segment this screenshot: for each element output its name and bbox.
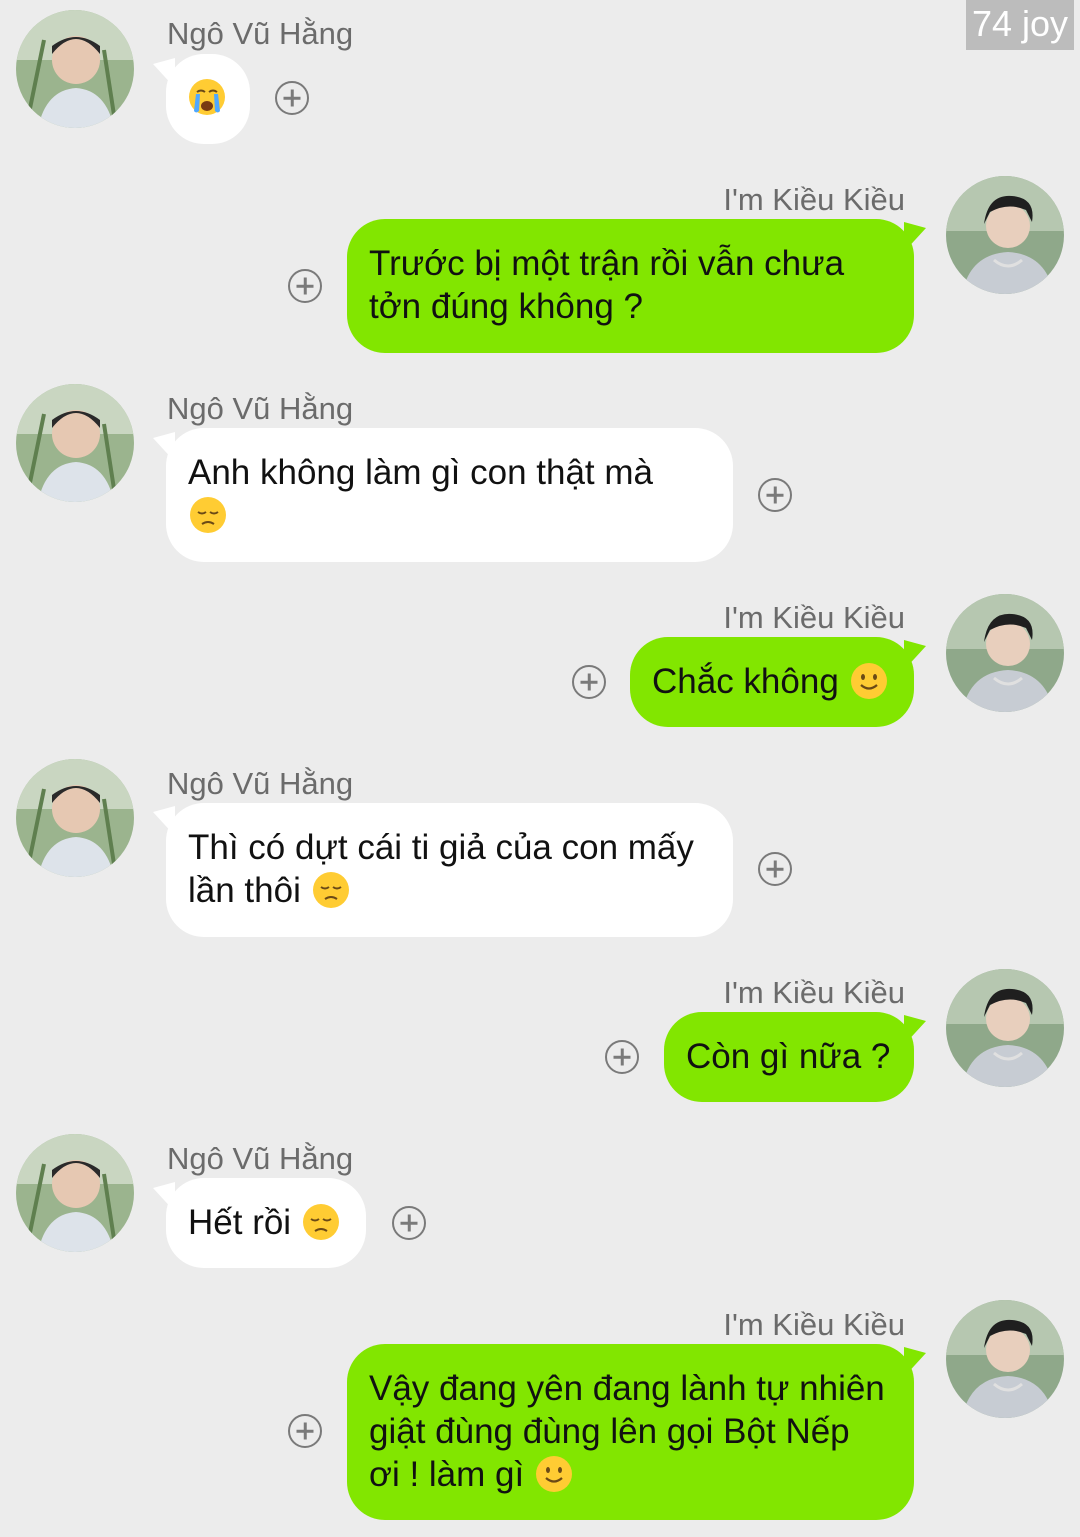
- sender-name: Ngô Vũ Hằng: [167, 1141, 354, 1176]
- crying-face-icon: [187, 77, 227, 117]
- message-text: Anh không làm gì con thật mà: [188, 453, 653, 492]
- message-bubble-incoming[interactable]: Thì có dựt cái ti giả của con mấy lần th…: [166, 803, 733, 937]
- sender-name: I'm Kiều Kiều: [723, 975, 905, 1010]
- avatar-photo-self: [946, 594, 1064, 712]
- avatar-photo-other: [16, 1134, 134, 1252]
- add-reaction-button[interactable]: [275, 81, 309, 115]
- message-bubble-outgoing[interactable]: Vậy đang yên đang lành tự nhiên giật đùn…: [347, 1344, 914, 1520]
- sender-name: I'm Kiều Kiều: [723, 1307, 905, 1342]
- avatar-other[interactable]: [16, 10, 134, 128]
- watermark: 74 joy: [966, 0, 1074, 50]
- sender-name: Ngô Vũ Hằng: [167, 391, 354, 426]
- avatar-self[interactable]: [946, 1300, 1064, 1418]
- message-bubble-incoming[interactable]: Anh không làm gì con thật mà: [166, 428, 733, 562]
- avatar-photo-other: [16, 10, 134, 128]
- avatar-self[interactable]: [946, 176, 1064, 294]
- add-reaction-button[interactable]: [288, 269, 322, 303]
- message-text: Hết rồi: [188, 1203, 292, 1242]
- sender-name: I'm Kiều Kiều: [723, 600, 905, 635]
- add-reaction-button[interactable]: [288, 1414, 322, 1448]
- avatar-photo-other: [16, 384, 134, 502]
- sender-name: I'm Kiều Kiều: [723, 182, 905, 217]
- pensive-face-icon: [311, 870, 351, 910]
- message-bubble-outgoing[interactable]: Trước bị một trận rồi vẫn chưa tởn đúng …: [347, 219, 914, 353]
- slightly-smiling-face-icon: [849, 661, 889, 701]
- message-bubble-incoming[interactable]: Hết rồi: [166, 1178, 366, 1268]
- message-bubble-outgoing[interactable]: Chắc không: [630, 637, 914, 727]
- add-reaction-button[interactable]: [758, 478, 792, 512]
- message-text: Thì có dựt cái ti giả của con mấy lần th…: [188, 828, 694, 910]
- avatar-photo-self: [946, 1300, 1064, 1418]
- message-bubble-incoming[interactable]: [166, 54, 250, 144]
- pensive-face-icon: [301, 1202, 341, 1242]
- add-reaction-button[interactable]: [572, 665, 606, 699]
- message-bubble-outgoing[interactable]: Còn gì nữa ?: [664, 1012, 914, 1102]
- add-reaction-button[interactable]: [392, 1206, 426, 1240]
- add-reaction-button[interactable]: [605, 1040, 639, 1074]
- sender-name: Ngô Vũ Hằng: [167, 766, 354, 801]
- message-text: Còn gì nữa ?: [686, 1037, 891, 1076]
- message-text: Chắc không: [652, 662, 839, 701]
- avatar-other[interactable]: [16, 759, 134, 877]
- message-text: Vậy đang yên đang lành tự nhiên giật đùn…: [369, 1369, 885, 1494]
- avatar-other[interactable]: [16, 1134, 134, 1252]
- avatar-self[interactable]: [946, 594, 1064, 712]
- avatar-photo-other: [16, 759, 134, 877]
- avatar-photo-self: [946, 176, 1064, 294]
- avatar-other[interactable]: [16, 384, 134, 502]
- slightly-smiling-face-icon: [534, 1454, 574, 1494]
- message-text: Trước bị một trận rồi vẫn chưa tởn đúng …: [369, 244, 845, 326]
- sender-name: Ngô Vũ Hằng: [167, 16, 354, 51]
- avatar-photo-self: [946, 969, 1064, 1087]
- add-reaction-button[interactable]: [758, 852, 792, 886]
- pensive-face-icon: [188, 495, 228, 535]
- avatar-self[interactable]: [946, 969, 1064, 1087]
